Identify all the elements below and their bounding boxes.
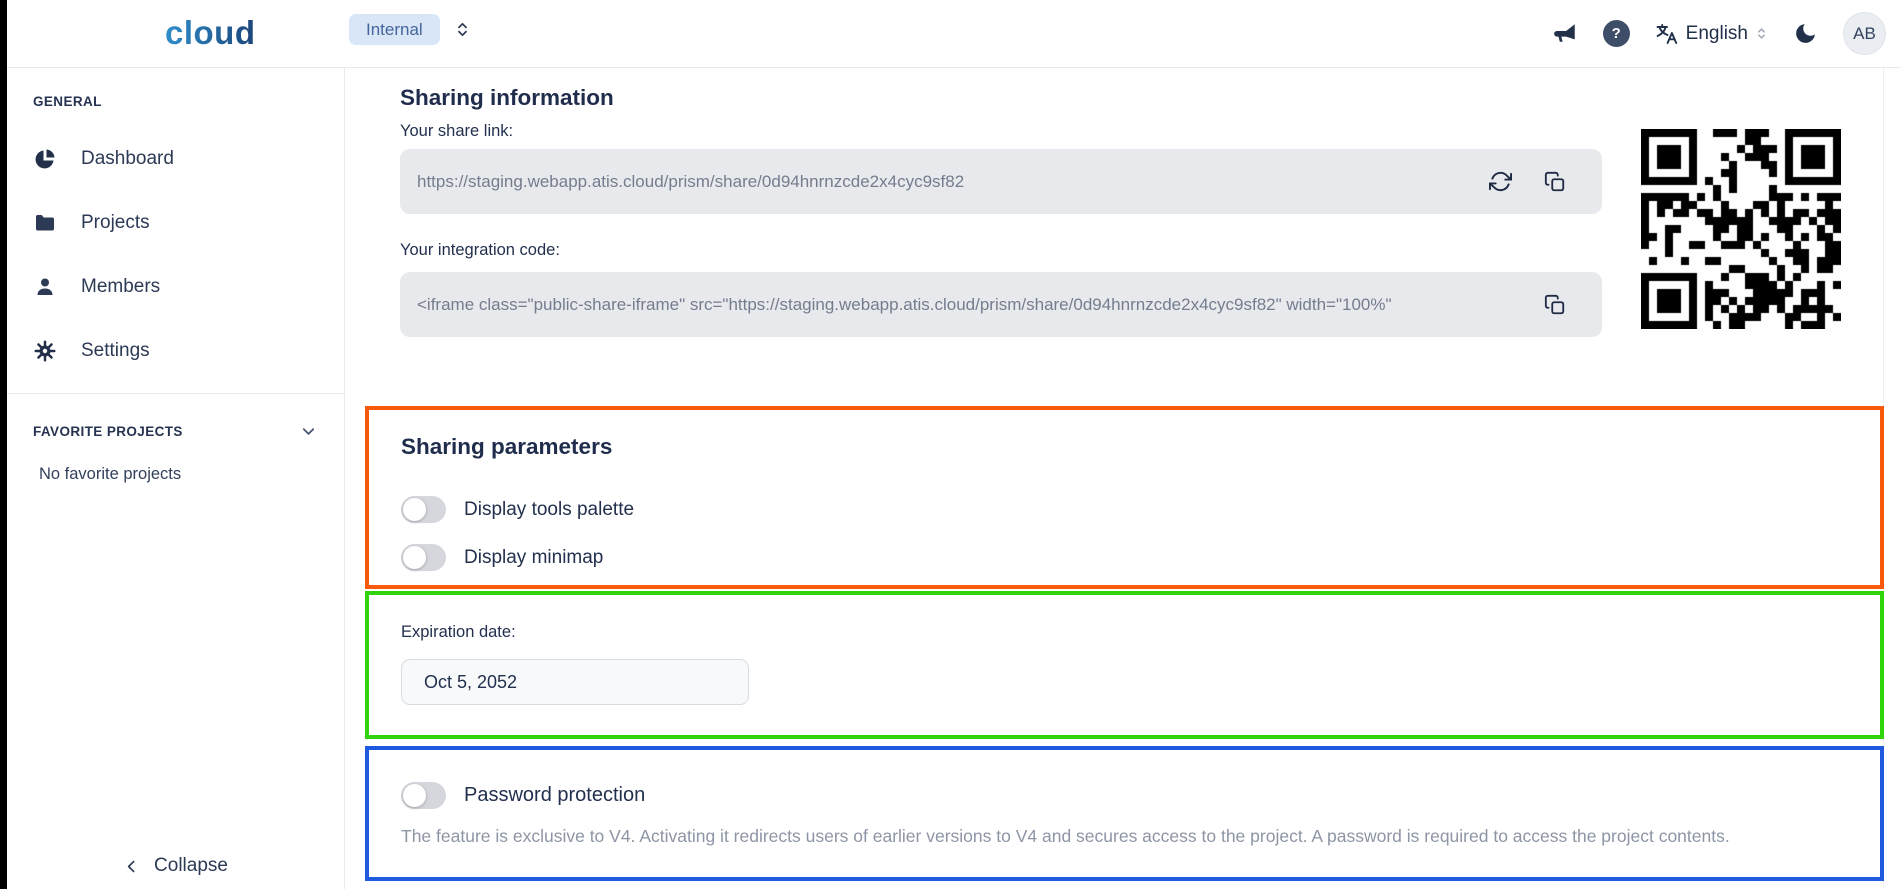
top-bar: cloud Internal ? [7, 0, 1900, 68]
sidebar-item-members[interactable]: Members [33, 255, 344, 319]
sidebar-item-label: Projects [81, 212, 150, 234]
page-title: Sharing information [400, 85, 614, 111]
annotation-box-blue: Password protection The feature is exclu… [365, 746, 1884, 881]
collapse-sidebar-button[interactable]: Collapse [7, 855, 344, 877]
help-icon[interactable]: ? [1603, 20, 1630, 47]
screen-edge-strip [0, 0, 7, 889]
dark-mode-moon-icon[interactable] [1793, 21, 1818, 46]
toggle-knob [403, 546, 426, 569]
toggle-knob [403, 784, 426, 807]
pie-chart-icon [33, 147, 57, 171]
announcements-megaphone-icon[interactable] [1552, 21, 1578, 47]
favorites-empty-text: No favorite projects [33, 465, 344, 484]
annotation-box-green: Expiration date: Oct 5, 2052 [365, 591, 1884, 739]
toggle-row: Display minimap [401, 544, 603, 571]
toggle-knob [403, 498, 426, 521]
share-link-value[interactable]: https://staging.webapp.atis.cloud/prism/… [417, 172, 1457, 192]
unfold-more-icon[interactable] [454, 21, 471, 38]
copy-code-icon[interactable] [1544, 294, 1566, 316]
translate-icon [1655, 22, 1679, 46]
expiration-date-input[interactable]: Oct 5, 2052 [401, 659, 749, 705]
sidebar-item-projects[interactable]: Projects [33, 191, 344, 255]
annotation-box-orange: Sharing parameters Display tools palette… [365, 406, 1884, 589]
main-content: Sharing information Your share link: htt… [346, 68, 1900, 889]
share-link-label: Your share link: [400, 122, 513, 141]
workspace-selector[interactable]: Internal [349, 14, 471, 45]
app-logo[interactable]: cloud [165, 14, 256, 52]
integration-code-label: Your integration code: [400, 241, 560, 260]
person-icon [33, 275, 57, 299]
regenerate-link-icon[interactable] [1489, 170, 1512, 193]
toggle-row: Password protection [401, 782, 645, 809]
expiration-date-label: Expiration date: [401, 623, 516, 642]
folder-icon [33, 211, 57, 235]
expiration-date-value: Oct 5, 2052 [424, 672, 517, 693]
sidebar-item-dashboard[interactable]: Dashboard [33, 127, 344, 191]
toggle-row: Display tools palette [401, 496, 634, 523]
collapse-label: Collapse [154, 855, 228, 877]
chevron-left-icon [123, 858, 140, 875]
sidebar-divider [7, 393, 344, 394]
language-label: English [1686, 23, 1748, 45]
language-chevron-icon [1755, 27, 1768, 40]
sidebar-item-label: Dashboard [81, 148, 174, 170]
integration-code-value[interactable]: <iframe class="public-share-iframe" src=… [417, 295, 1512, 315]
gear-icon [33, 339, 57, 363]
share-link-field: https://staging.webapp.atis.cloud/prism/… [400, 149, 1602, 214]
sharing-parameters-title: Sharing parameters [401, 434, 612, 460]
display-tools-palette-toggle[interactable] [401, 496, 446, 523]
favorite-projects-header[interactable]: FAVORITE PROJECTS [33, 422, 344, 441]
password-protection-description: The feature is exclusive to V4. Activati… [401, 826, 1730, 847]
sidebar: GENERAL Dashboard Projects [7, 68, 345, 889]
language-selector[interactable]: English [1655, 22, 1768, 46]
app-root: cloud Internal ? [0, 0, 1900, 889]
sidebar-item-settings[interactable]: Settings [33, 319, 344, 383]
toggle-label: Display minimap [464, 547, 603, 569]
toggle-label: Display tools palette [464, 499, 634, 521]
chevron-down-icon[interactable] [299, 422, 318, 441]
sidebar-nav: Dashboard Projects Members [33, 127, 344, 383]
workspace-badge[interactable]: Internal [349, 14, 440, 45]
integration-code-field: <iframe class="public-share-iframe" src=… [400, 272, 1602, 337]
password-protection-label: Password protection [464, 784, 645, 807]
sidebar-item-label: Settings [81, 340, 150, 362]
sidebar-section-general: GENERAL [33, 94, 344, 109]
copy-link-icon[interactable] [1544, 171, 1566, 193]
display-minimap-toggle[interactable] [401, 544, 446, 571]
password-protection-toggle[interactable] [401, 782, 446, 809]
user-avatar[interactable]: AB [1843, 12, 1886, 55]
qr-code [1641, 129, 1841, 329]
favorite-projects-label: FAVORITE PROJECTS [33, 424, 183, 439]
sidebar-item-label: Members [81, 276, 160, 298]
header-actions: ? English [1552, 0, 1886, 67]
